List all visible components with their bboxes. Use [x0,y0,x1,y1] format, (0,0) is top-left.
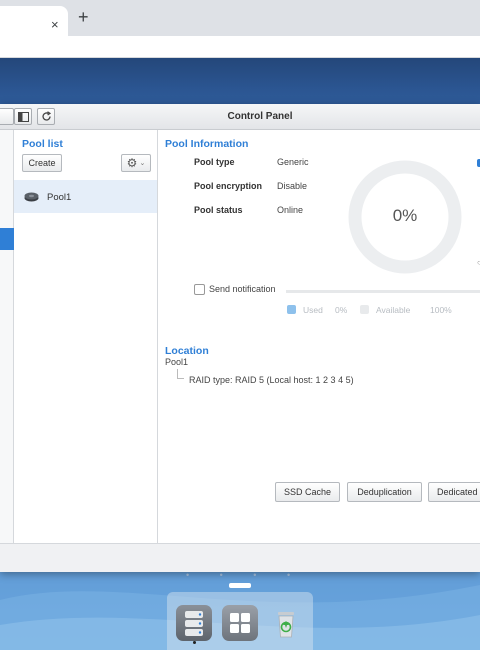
deduplication-button[interactable]: Deduplication [347,482,422,502]
send-notification-checkbox[interactable] [194,284,205,295]
notification-threshold-slider[interactable] [286,290,480,293]
pool-status-value: Online [277,205,304,215]
browser-tab[interactable]: × [0,6,68,36]
send-notification-label: Send notification [209,284,276,294]
gear-icon: ⚙ [126,156,138,170]
ssd-cache-button[interactable]: SSD Cache [275,482,340,502]
pool-status-label: Pool status [194,205,243,215]
apps-grid-icon[interactable] [222,605,258,641]
category-sidebar [0,130,14,543]
tab-close-icon[interactable]: × [51,18,59,31]
active-app-indicator [193,641,196,644]
pool-encryption-value: Disable [277,181,308,191]
browser-tab-bar: × + [0,0,480,36]
window-footer [0,543,480,572]
recycle-bin-icon[interactable] [268,605,304,641]
chevron-down-icon: ⌄ [139,160,146,167]
pool-encryption-label: Pool encryption [194,181,263,191]
dock-handle[interactable] [229,583,251,588]
pool-settings-button[interactable]: ⚙ ⌄ [121,154,151,172]
pool-type-label: Pool type [194,157,235,167]
legend-used-swatch [287,305,296,314]
legend-used-value: 0% [335,305,348,315]
location-pool-name: Pool1 [165,357,189,367]
legend-used-label: Used [303,305,323,315]
storage-manager-icon[interactable] [176,605,212,641]
tree-connector [177,369,184,379]
legend-available-value: 100% [430,305,452,315]
pool-type-value: Generic [277,157,309,167]
new-tab-icon[interactable]: + [78,8,89,26]
pool-item-label: Pool1 [47,192,72,203]
server-icon [185,611,203,636]
legend-available-label: Available [376,305,411,315]
control-panel-window: Control Panel Pool list Create ⚙ ⌄ Pool1… [0,104,480,572]
trash-icon [278,612,294,638]
dedicated-button[interactable]: Dedicated [428,482,480,502]
pool-information-title: Pool Information [165,138,249,150]
create-button[interactable]: Create [22,154,62,172]
pool-list-panel: Pool list Create ⚙ ⌄ Pool1 [14,130,158,543]
legend-available-swatch [360,305,369,314]
pool-list-title: Pool list [22,138,63,150]
sidebar-item-storage[interactable] [0,228,14,250]
usage-percent-text: 0% [392,206,418,225]
grid-icon [230,613,250,633]
browser-toolbar [0,36,480,58]
window-title: Control Panel [227,111,293,122]
raid-type-text: RAID type: RAID 5 (Local host: 1 2 3 4 5… [189,375,354,385]
pool-list-item[interactable]: Pool1 [14,180,157,213]
location-title: Location [165,345,209,357]
window-titlebar: Control Panel [0,104,480,130]
disk-icon [24,192,39,202]
pool-detail-panel: Pool Information Pool type Generic Pool … [158,130,480,543]
